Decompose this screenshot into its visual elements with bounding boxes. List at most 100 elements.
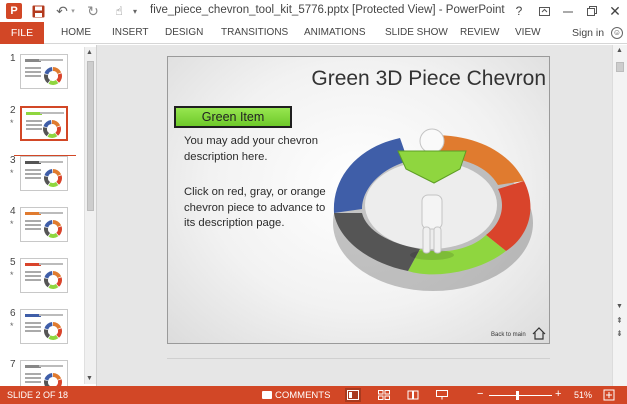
chevron-description[interactable]: You may add your chevron description her… — [184, 134, 329, 165]
slide-counter: SLIDE 2 OF 18 — [7, 390, 69, 400]
scroll-up-icon[interactable]: ▲ — [86, 49, 93, 56]
slide-thumbnail[interactable]: 4 * — [0, 206, 84, 248]
thumbnail-ring-segment — [44, 74, 51, 84]
tab-design[interactable]: DESIGN — [165, 22, 203, 44]
slide-sorter-view-button[interactable] — [376, 388, 392, 402]
thumbnail-text-line — [25, 275, 41, 277]
thumbnail-text-line — [25, 326, 41, 328]
comments-button[interactable]: COMMENTS — [262, 388, 330, 402]
fit-slide-icon[interactable] — [603, 389, 615, 401]
thumbnail-ring-segment — [44, 322, 53, 330]
zoom-out-button[interactable]: − — [477, 388, 483, 400]
scrollbar-thumb[interactable] — [87, 61, 94, 211]
thumbnail-ring-segment — [53, 67, 62, 74]
window-title: five_piece_chevron_tool_kit_5776.pptx [P… — [150, 4, 505, 16]
thumbnail-text-line — [40, 112, 64, 114]
tab-home[interactable]: HOME — [61, 22, 91, 44]
zoom-slider[interactable] — [489, 395, 552, 396]
slide-show-view-button[interactable] — [434, 388, 450, 402]
thumbnail-text-line — [25, 377, 41, 379]
ribbon-display-options-icon[interactable] — [538, 3, 550, 19]
scroll-down-icon[interactable]: ▼ — [616, 303, 623, 310]
previous-slide-icon[interactable]: ⇞ — [616, 316, 623, 325]
thumbnail-preview[interactable] — [20, 309, 68, 344]
thumbnail-text-line — [26, 124, 42, 126]
thumbnail-ring-segment — [44, 220, 53, 228]
close-icon[interactable]: ✕ — [609, 3, 621, 19]
thumbnail-ring-segment — [48, 182, 59, 187]
thumbnail-ring-segment — [56, 379, 62, 386]
slide-thumbnail[interactable]: 3 * — [0, 155, 84, 197]
undo-dropdown-icon[interactable]: ▾ — [69, 3, 77, 19]
normal-view-button[interactable] — [345, 388, 361, 402]
undo-icon[interactable]: ↶ — [55, 3, 69, 19]
chevron-cycle-diagram[interactable] — [328, 123, 538, 293]
tab-transitions[interactable]: TRANSITIONS — [221, 22, 288, 44]
thumbnail-ring-segment — [44, 169, 53, 177]
reading-view-button[interactable] — [405, 388, 421, 402]
thumbnail-preview[interactable] — [20, 106, 68, 141]
thumbnail-text-line — [25, 71, 41, 73]
thumbnail-ring-segment — [52, 120, 61, 127]
thumbnail-ring-segment — [55, 126, 61, 136]
thumbnail-ring-icon — [44, 67, 62, 85]
slide-scrollbar[interactable]: ▲ ▼ ⇞ ⇟ — [612, 45, 627, 386]
thumbnail-text-line — [25, 228, 41, 230]
thumbnail-ring-icon — [44, 322, 62, 340]
thumbnail-number: 1 — [10, 53, 16, 64]
thumbnail-text-line — [39, 59, 63, 61]
tab-review[interactable]: REVIEW — [460, 22, 499, 44]
feedback-smiley-icon[interactable]: ☺ — [611, 27, 623, 39]
slide-thumbnail[interactable]: 7 — [0, 359, 84, 386]
help-button[interactable]: ? — [513, 3, 525, 19]
redo-icon[interactable]: ↻ — [86, 3, 100, 19]
tab-file[interactable]: FILE — [0, 22, 44, 44]
workspace: 1 2 * 3 * 4 * 5 * 6 * 7 ▲ ▼ Green 3D Piece Chevron … — [0, 45, 627, 386]
thumbnail-preview[interactable] — [20, 54, 68, 89]
animation-star-icon: * — [10, 118, 14, 128]
next-slide-icon[interactable]: ⇟ — [616, 329, 623, 338]
thumbnail-text-line — [39, 263, 63, 265]
zoom-slider-thumb[interactable] — [516, 391, 520, 400]
tab-insert[interactable]: INSERT — [112, 22, 149, 44]
green-item-button[interactable]: Green Item — [174, 106, 292, 128]
thumbnail-number: 3 — [10, 155, 16, 166]
thumbnail-scrollbar[interactable]: ▲ ▼ — [84, 47, 96, 384]
tab-view[interactable]: VIEW — [515, 22, 541, 44]
restore-icon[interactable] — [586, 3, 598, 19]
thumbnail-ring-segment — [44, 67, 53, 75]
thumbnail-text-line — [25, 381, 41, 383]
slide-title[interactable]: Green 3D Piece Chevron — [288, 67, 546, 91]
back-to-main-link[interactable]: Back to main — [491, 332, 526, 338]
scroll-down-icon[interactable]: ▼ — [86, 375, 93, 382]
thumbnail-preview[interactable] — [20, 360, 68, 386]
sign-in-link[interactable]: Sign in — [572, 22, 604, 44]
touch-mode-icon[interactable]: ☝ — [112, 3, 126, 19]
scroll-up-icon[interactable]: ▲ — [616, 47, 623, 54]
thumbnail-ring-icon — [43, 120, 61, 138]
customize-toolbar-icon[interactable]: ▾ — [131, 3, 139, 19]
tab-animations[interactable]: ANIMATIONS — [304, 22, 365, 44]
save-icon[interactable] — [31, 3, 45, 19]
thumbnail-preview[interactable] — [20, 207, 68, 242]
thumbnail-ring-segment — [44, 176, 51, 186]
home-icon[interactable] — [532, 327, 546, 340]
minimize-icon[interactable] — [562, 3, 574, 19]
thumbnail-preview[interactable] — [20, 156, 68, 191]
animation-star-icon: * — [10, 168, 14, 178]
slide-thumbnail[interactable]: 2 * — [0, 105, 84, 147]
slide-thumbnail[interactable]: 5 * — [0, 257, 84, 299]
slide-canvas[interactable]: Green 3D Piece Chevron Green Item You ma… — [167, 56, 550, 344]
scrollbar-thumb[interactable] — [616, 62, 624, 72]
thumbnail-ring-segment — [56, 226, 62, 236]
comment-icon — [262, 391, 272, 399]
zoom-in-button[interactable]: + — [555, 388, 561, 400]
chevron-instructions[interactable]: Click on red, gray, or orange chevron pi… — [184, 185, 329, 232]
thumbnail-text-line — [39, 314, 63, 316]
tab-slide-show[interactable]: SLIDE SHOW — [385, 22, 448, 44]
slide-thumbnail[interactable]: 6 * — [0, 308, 84, 350]
zoom-level[interactable]: 51% — [574, 390, 592, 400]
thumbnail-text-line — [25, 373, 41, 375]
thumbnail-preview[interactable] — [20, 258, 68, 293]
slide-thumbnail[interactable]: 1 — [0, 53, 84, 95]
